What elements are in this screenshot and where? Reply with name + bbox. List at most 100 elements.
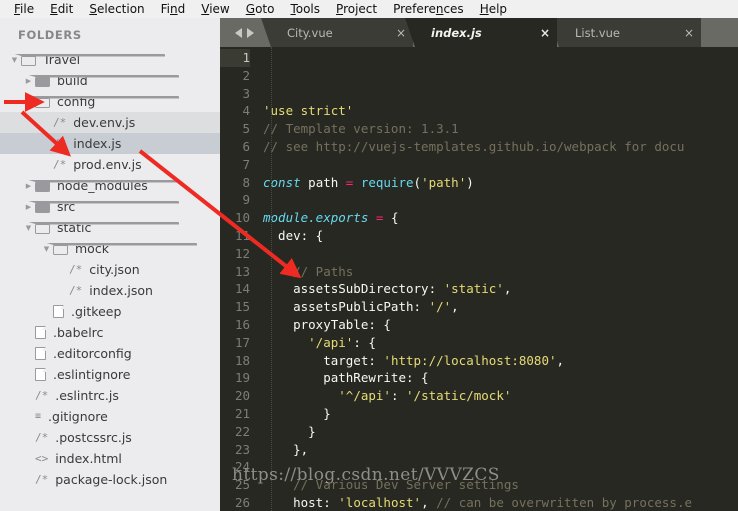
code-token: // see http://vuejs-templates.github.io/… xyxy=(263,138,685,154)
html-file-icon: <> xyxy=(35,452,49,465)
chevron-down-icon[interactable]: ▼ xyxy=(40,245,53,253)
menu-item-project[interactable]: Project xyxy=(328,0,385,18)
tab-close-icon[interactable]: × xyxy=(677,26,701,40)
code-line[interactable]: assetsSubDirectory: 'static', xyxy=(263,280,738,298)
code-token: , xyxy=(451,299,459,315)
line-number: 20 xyxy=(234,388,250,404)
code-line[interactable]: proxyTable: { xyxy=(263,316,738,334)
tree-item--eslintignore[interactable]: .eslintignore xyxy=(0,364,220,385)
code-line[interactable]: host: 'localhost', // can be overwritten… xyxy=(263,494,738,511)
code-line[interactable] xyxy=(263,191,738,209)
tab-close-icon[interactable]: × xyxy=(533,26,557,40)
menu-item-tools[interactable]: Tools xyxy=(282,0,328,18)
code-line[interactable]: // Various Dev Server settings xyxy=(263,476,738,494)
menu-item-preferences[interactable]: Preferences xyxy=(385,0,472,18)
tree-item-node-modules[interactable]: ▶ node_modules xyxy=(0,175,220,196)
tree-item-prod-env-js[interactable]: /* prod.env.js xyxy=(0,154,220,175)
folder-open-icon xyxy=(45,242,197,255)
code-content[interactable]: 'use strict'// Template version: 1.3.1//… xyxy=(257,47,738,511)
code-line[interactable]: }, xyxy=(263,441,738,459)
tree-item-city-json[interactable]: /* city.json xyxy=(0,259,220,280)
code-line[interactable]: // Paths xyxy=(263,263,738,281)
code-line[interactable]: } xyxy=(263,423,738,441)
code-line[interactable]: const path = require('path') xyxy=(263,174,738,192)
editor-tab-list-vue[interactable]: List.vue × xyxy=(549,18,701,47)
tree-item-travel[interactable]: ▼ Travel xyxy=(0,49,220,70)
triangle-right-icon[interactable] xyxy=(247,27,254,38)
tab-list[interactable]: City.vue × index.js × List.vue × xyxy=(261,18,701,47)
menu-item-help[interactable]: Help xyxy=(472,0,515,18)
menu-item-selection[interactable]: Selection xyxy=(81,0,152,18)
code-token: module.exports xyxy=(263,210,369,226)
tree-item--gitignore[interactable]: ≡ .gitignore xyxy=(0,406,220,427)
code-token: 'localhost' xyxy=(338,494,422,510)
code-line[interactable]: 'use strict' xyxy=(263,102,738,120)
code-line[interactable]: '/api': { xyxy=(263,334,738,352)
menu-item-view[interactable]: View xyxy=(193,0,237,18)
code-token: target: xyxy=(263,352,384,368)
chevron-right-icon[interactable]: ▶ xyxy=(22,77,35,85)
tree-item-index-json[interactable]: /* index.json xyxy=(0,280,220,301)
tree-item-src[interactable]: ▶ src xyxy=(0,196,220,217)
page-icon xyxy=(35,326,46,339)
tab-label: City.vue xyxy=(287,25,333,40)
line-number: 17 xyxy=(234,334,250,350)
tree-item-config[interactable]: ▼ config xyxy=(0,91,220,112)
tree-item--gitkeep[interactable]: .gitkeep xyxy=(0,301,220,322)
chevron-right-icon[interactable]: ▶ xyxy=(22,182,35,190)
code-line[interactable]: // see http://vuejs-templates.github.io/… xyxy=(263,138,738,156)
code-editor[interactable]: 1 2 3 4 5 6 7 8 9 10 11 12 13 14 15 16 17 18 19 20 21 22 23 24 2… xyxy=(220,47,738,511)
code-token: '/static/mock' xyxy=(406,388,512,404)
code-line[interactable]: module.exports = { xyxy=(263,209,738,227)
chevron-down-icon[interactable]: ▼ xyxy=(22,224,35,232)
code-line[interactable]: dev: { xyxy=(263,227,738,245)
tree-item--editorconfig[interactable]: .editorconfig xyxy=(0,343,220,364)
chevron-right-icon[interactable]: ▶ xyxy=(22,203,35,211)
code-line[interactable]: // Template version: 1.3.1 xyxy=(263,120,738,138)
code-line[interactable]: } xyxy=(263,405,738,423)
tree-item--babelrc[interactable]: .babelrc xyxy=(0,322,220,343)
line-number: 1 xyxy=(220,49,250,67)
code-line[interactable] xyxy=(263,156,738,174)
editor-tab-city-vue[interactable]: City.vue × xyxy=(261,18,413,47)
line-number: 12 xyxy=(234,245,250,261)
code-token: 'use strict' xyxy=(263,103,354,119)
tree-item-label: index.js xyxy=(73,136,122,151)
line-number: 19 xyxy=(234,370,250,386)
code-token: }, xyxy=(263,441,309,457)
tree-item-package-lock-json[interactable]: /* package-lock.json xyxy=(0,469,220,490)
tree-item-index-js[interactable]: /* index.js xyxy=(0,133,220,154)
line-number: 21 xyxy=(234,405,250,421)
triangle-left-icon[interactable] xyxy=(235,27,242,38)
page-icon xyxy=(35,347,46,360)
sidebar-file-tree[interactable]: FOLDERS ▼ Travel ▶ build ▼ config /* dev.env.js… xyxy=(0,18,220,511)
editor-tab-index-js[interactable]: index.js × xyxy=(405,18,557,47)
tree-item-mock[interactable]: ▼ mock xyxy=(0,238,220,259)
folder-tree-list[interactable]: ▼ Travel ▶ build ▼ config /* dev.env.js /* index.… xyxy=(0,49,220,490)
line-number: 6 xyxy=(242,138,250,154)
line-number: 8 xyxy=(242,174,250,190)
code-line[interactable]: target: 'http://localhost:8080', xyxy=(263,352,738,370)
tab-nav-buttons[interactable] xyxy=(220,18,269,47)
code-line[interactable]: assetsPublicPath: '/', xyxy=(263,298,738,316)
tree-item-dev-env-js[interactable]: /* dev.env.js xyxy=(0,112,220,133)
chevron-down-icon[interactable]: ▼ xyxy=(8,56,21,64)
code-line[interactable] xyxy=(263,458,738,476)
menu-item-goto[interactable]: Goto xyxy=(238,0,283,18)
menu-item-file[interactable]: File xyxy=(6,0,42,18)
tree-item--postcssrc-js[interactable]: /* .postcssrc.js xyxy=(0,427,220,448)
code-line[interactable] xyxy=(263,245,738,263)
menu-item-edit[interactable]: Edit xyxy=(42,0,81,18)
code-line[interactable]: '^/api': '/static/mock' xyxy=(263,387,738,405)
code-token: { xyxy=(383,210,399,226)
code-line[interactable]: pathRewrite: { xyxy=(263,369,738,387)
code-token: : xyxy=(390,388,407,404)
tree-item-index-html[interactable]: <> index.html xyxy=(0,448,220,469)
tree-item-build[interactable]: ▶ build xyxy=(0,70,220,91)
tree-item-static[interactable]: ▼ static xyxy=(0,217,220,238)
menu-item-find[interactable]: Find xyxy=(153,0,194,18)
js-file-icon: /* xyxy=(35,389,49,402)
tab-label: index.js xyxy=(431,25,482,40)
tree-item--eslintrc-js[interactable]: /* .eslintrc.js xyxy=(0,385,220,406)
chevron-down-icon[interactable]: ▼ xyxy=(22,98,35,106)
